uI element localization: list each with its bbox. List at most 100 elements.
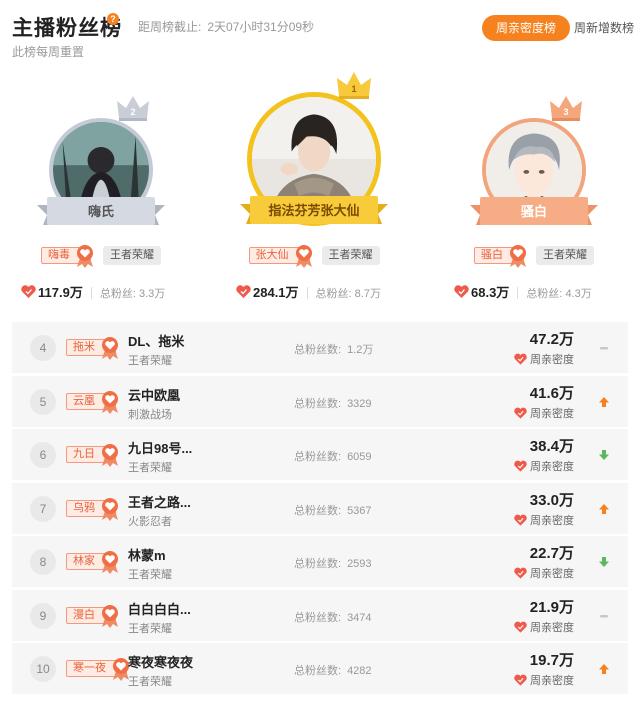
heart-icon: [514, 674, 527, 686]
fans-count: 总粉丝数: 2593: [294, 555, 372, 571]
divider: [90, 287, 92, 299]
podium-rank-1[interactable]: 1 指法芬芳张大仙 张大仙 王者荣耀 284.1万 总粉丝: 8.7万: [224, 70, 404, 310]
fan-badge-label: 拖米: [73, 341, 95, 353]
medal-icon: [295, 245, 312, 268]
fan-badge-label: 张大仙: [255, 249, 289, 261]
intimacy-score: 47.2万: [529, 331, 574, 348]
fan-badge: 骚白: [474, 245, 526, 268]
page-title: 主播粉丝榜: [12, 17, 122, 40]
list-item[interactable]: 8 林家 林蒙m 王者荣耀 总粉丝数: 2593 22.7万 周亲密度: [12, 536, 628, 587]
fans-count: 总粉丝数: 3474: [294, 609, 372, 625]
intimacy-value: 68.3万: [471, 285, 510, 300]
svg-text:3: 3: [563, 107, 568, 117]
list-item[interactable]: 6 九日 九日98号... 王者荣耀 总粉丝数: 6059 38.4万 周亲密度: [12, 429, 628, 480]
game-name: 刺激战场: [128, 408, 172, 421]
intimacy-label-text: 周亲密度: [530, 568, 574, 580]
heart-icon: [514, 407, 527, 419]
intimacy-label-text: 周亲密度: [530, 621, 574, 634]
fan-badge-label: 林家: [73, 555, 95, 567]
streamer-name[interactable]: 九日98号...: [128, 438, 192, 457]
name-ribbon: 嗨氏: [37, 197, 165, 231]
list-item[interactable]: 10 寒一夜 寒夜寒夜夜 王者荣耀 总粉丝数: 4282 19.7万 周亲密度: [12, 643, 628, 694]
fans-count: 总粉丝数: 1.2万: [294, 341, 373, 357]
game-name: 王者荣耀: [128, 355, 172, 367]
game-tag: 王者荣耀: [536, 246, 594, 265]
list-item[interactable]: 9 漫白 白白白白... 王者荣耀 总粉丝数: 3474 21.9万 周亲密度: [12, 589, 628, 641]
trend-up-icon: [599, 396, 609, 407]
page-subtitle: 此榜每周重置: [12, 45, 85, 59]
streamer-name[interactable]: 嗨氏: [37, 197, 165, 227]
fan-badge-label: 云凰: [73, 394, 95, 407]
fans-count: 总粉丝数: 3329: [294, 395, 372, 411]
help-icon[interactable]: ?: [107, 13, 119, 25]
medal-icon: [102, 551, 118, 574]
list-item[interactable]: 4 拖米 DL、拖米 王者荣耀 总粉丝数: 1.2万 47.2万 周亲密度: [12, 322, 628, 373]
silver-crown-icon: 2: [117, 96, 149, 121]
divider: [306, 287, 308, 299]
fan-badge-label: 漫白: [73, 608, 95, 621]
tab-weekly-intimacy[interactable]: 周亲密度榜: [482, 15, 570, 41]
game-tag: 王者荣耀: [103, 246, 161, 265]
podium-rank-3[interactable]: 3 骚白 骚白 王者荣耀 68.3万 总粉丝: 4.3万: [444, 70, 624, 310]
list-item[interactable]: 5 云凰 云中欧凰 刺激战场 总粉丝数: 3329 41.6万 周亲密度: [12, 375, 628, 427]
fan-badge-label: 骚白: [481, 249, 503, 261]
rank-number: 5: [30, 388, 56, 415]
fans-label: 总粉丝数:: [294, 451, 342, 463]
medal-icon: [102, 390, 118, 414]
fans-label: 总粉丝:: [526, 288, 563, 300]
fan-badge: 九日: [66, 444, 118, 467]
divider: [517, 287, 519, 299]
streamer-name[interactable]: 指法芬芳张大仙: [240, 196, 388, 226]
intimacy-label: 周亲密度: [514, 619, 574, 635]
rank-number: 6: [30, 442, 56, 468]
intimacy-label: 周亲密度: [514, 565, 574, 581]
countdown-label: 距周榜截止:: [138, 20, 202, 34]
streamer-name[interactable]: 寒夜寒夜夜: [128, 652, 193, 671]
streamer-name[interactable]: 骚白: [470, 197, 598, 227]
fan-badge: 乌鸦: [66, 497, 118, 521]
fans-value: 3.3万: [138, 288, 166, 300]
fan-badge: 张大仙: [248, 245, 312, 268]
podium-rank-2[interactable]: 2 嗨氏 嗨毒 王者荣耀 117.9万 总粉丝: 3.3万: [11, 70, 191, 310]
fans-count: 总粉丝: 3.3万: [100, 288, 165, 300]
fan-badge-label: 九日: [73, 448, 95, 460]
fans-label: 总粉丝数:: [294, 397, 342, 410]
intimacy-score: 22.7万: [529, 545, 574, 562]
fan-badge: 漫白: [66, 604, 118, 628]
fan-badge: 嗨毒: [41, 245, 93, 268]
intimacy-score: 21.9万: [529, 598, 574, 616]
tab-weekly-new[interactable]: 周新增数榜: [568, 15, 640, 41]
streamer-name[interactable]: 白白白白...: [128, 599, 191, 618]
rank-number: 8: [30, 549, 56, 575]
intimacy-label: 周亲密度: [514, 512, 574, 528]
medal-icon: [102, 604, 118, 628]
fans-label: 总粉丝数:: [294, 665, 342, 677]
streamer-name[interactable]: 王者之路...: [128, 492, 191, 511]
tags: 嗨毒 王者荣耀: [11, 245, 191, 268]
fan-badge-label: 寒一夜: [73, 662, 106, 674]
intimacy-score: 19.7万: [529, 652, 574, 669]
fans-count: 总粉丝: 4.3万: [526, 288, 591, 300]
streamer-name[interactable]: 林蒙m: [128, 545, 166, 564]
game-name: 火影忍者: [128, 515, 172, 528]
fan-badge-label: 嗨毒: [48, 249, 70, 261]
countdown-value: 2天07小时31分09秒: [207, 20, 315, 34]
fans-label: 总粉丝:: [315, 288, 352, 300]
heart-icon: [514, 353, 527, 365]
tags: 骚白 王者荣耀: [444, 245, 624, 268]
heart-icon: [514, 460, 527, 472]
tags: 张大仙 王者荣耀: [224, 245, 404, 268]
rank-number: 10: [30, 656, 56, 682]
list-item[interactable]: 7 乌鸦 王者之路... 火影忍者 总粉丝数: 5367 33.0万 周亲密度: [12, 482, 628, 534]
svg-text:2: 2: [130, 107, 135, 117]
stats: 68.3万 总粉丝: 4.3万: [454, 282, 634, 301]
fans-value: 3329: [347, 397, 372, 410]
svg-text:1: 1: [351, 84, 356, 94]
fans-value: 4282: [347, 665, 372, 677]
intimacy-label-text: 周亲密度: [530, 354, 574, 366]
streamer-name[interactable]: DL、拖米: [128, 331, 184, 350]
game-name: 王者荣耀: [128, 676, 172, 688]
game-name: 王者荣耀: [128, 462, 172, 474]
trend-flat-icon: [600, 614, 608, 617]
streamer-name[interactable]: 云中欧凰: [128, 385, 180, 404]
